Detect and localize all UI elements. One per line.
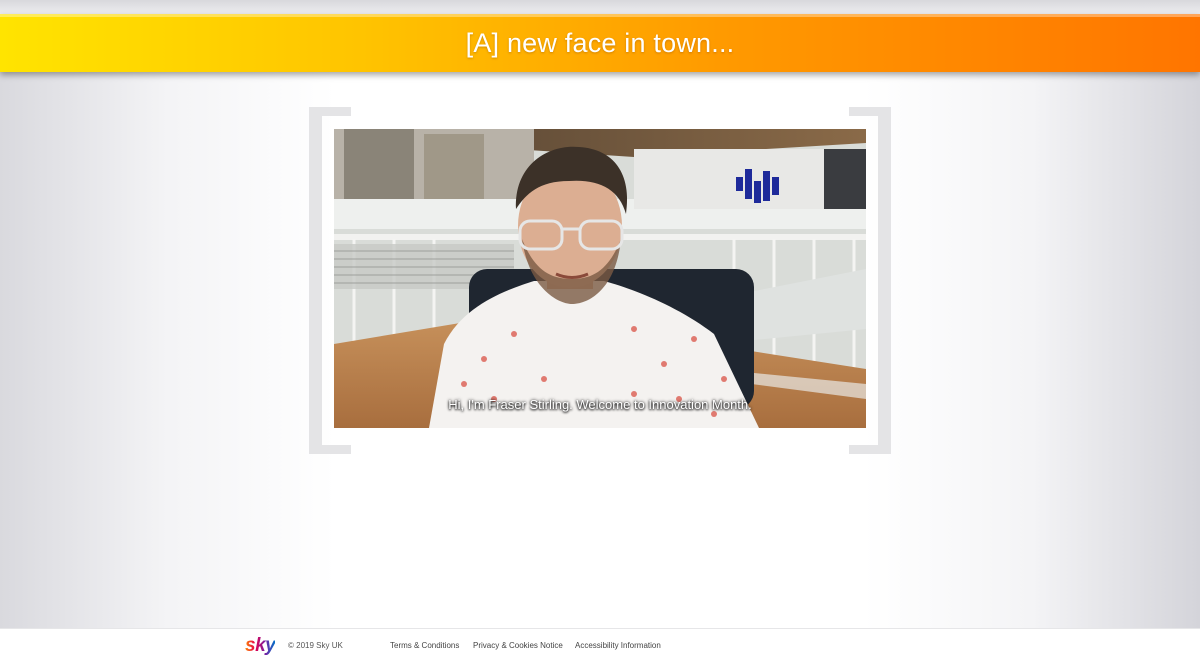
video-frame-image bbox=[334, 129, 866, 428]
copyright-text: © 2019 Sky UK bbox=[288, 641, 343, 650]
privacy-cookies-link[interactable]: Privacy & Cookies Notice bbox=[473, 641, 563, 650]
video-player[interactable]: Hi, I'm Fraser Stirling. Welcome to Inno… bbox=[334, 129, 866, 428]
terms-conditions-link[interactable]: Terms & Conditions bbox=[390, 641, 459, 650]
page-title: [A] new face in town... bbox=[465, 27, 735, 58]
sky-logo[interactable]: sky bbox=[245, 635, 276, 657]
top-strip bbox=[0, 0, 1200, 14]
video-caption: Hi, I'm Fraser Stirling. Welcome to Inno… bbox=[448, 397, 752, 412]
header-banner: [A] new face in town... bbox=[0, 14, 1200, 72]
accessibility-link[interactable]: Accessibility Information bbox=[575, 641, 661, 650]
footer: sky © 2019 Sky UK Terms & Conditions Pri… bbox=[0, 628, 1200, 661]
